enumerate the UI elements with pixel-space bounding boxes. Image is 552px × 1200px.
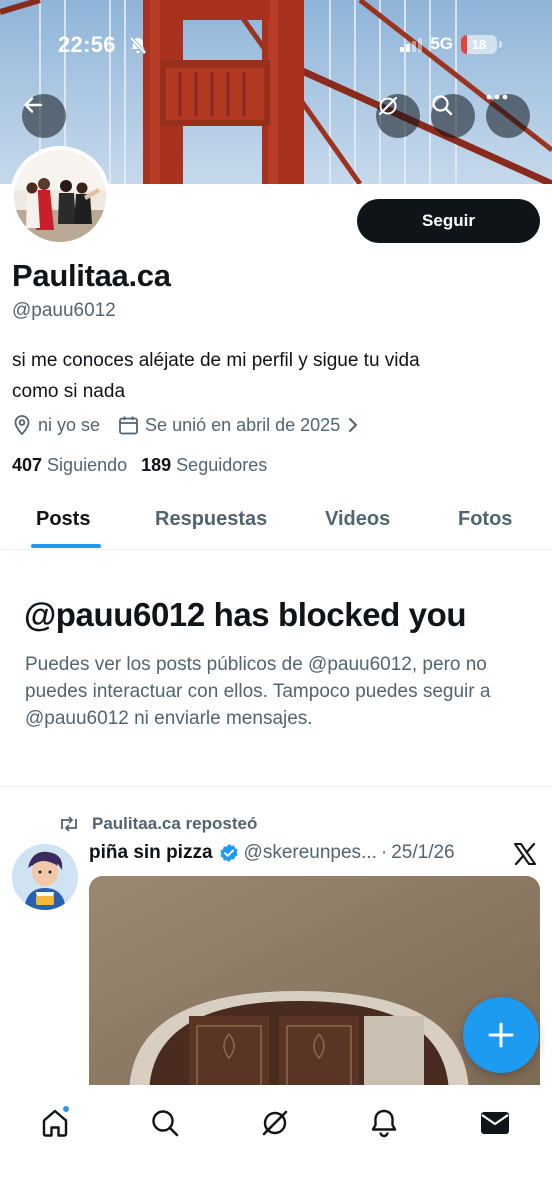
nav-notifications[interactable] (364, 1103, 404, 1143)
home-notification-dot (62, 1105, 70, 1113)
battery-icon: 18 (461, 34, 497, 54)
grok-icon (378, 96, 398, 116)
tab-photos[interactable]: Fotos (458, 508, 512, 531)
profile-meta: ni yo se Se unió en abril de 2025 (12, 414, 360, 436)
location-text: ni yo se (38, 414, 101, 435)
repost-icon (61, 816, 77, 832)
profile-handle: @pauu6012 (12, 300, 116, 321)
profile-avatar[interactable] (10, 146, 110, 246)
verified-badge-icon (219, 843, 239, 863)
battery-level: 18 (471, 36, 487, 52)
tab-videos[interactable]: Videos (325, 508, 390, 531)
author-avatar-image (12, 844, 78, 910)
post-author-name[interactable]: piña sin pizza (89, 842, 213, 864)
post-media-image[interactable] (89, 876, 540, 1096)
notifications-icon (371, 1109, 397, 1138)
network-type: 5G (430, 34, 453, 53)
avatar-photo (14, 150, 106, 242)
location-pin-icon (14, 415, 30, 436)
grok-icon (262, 1110, 288, 1136)
followers-number: 189 (141, 455, 172, 475)
nav-search[interactable] (145, 1103, 185, 1143)
following-count[interactable]: 407 Siguiendo (12, 455, 127, 476)
search-icon (432, 95, 453, 116)
repost-indicator[interactable]: Paulitaa.ca reposteó (58, 814, 257, 834)
post-header: piña sin pizza @skereunpes... · 25/1/26 (89, 842, 455, 864)
join-date[interactable]: Se unió en abril de 2025 (118, 415, 360, 436)
post-author-handle[interactable]: @skereunpes... (244, 842, 377, 864)
following-label: Siguiendo (47, 455, 128, 475)
post-date[interactable]: 25/1/26 (391, 842, 454, 864)
profile-display-name: Paulitaa.ca (12, 258, 171, 293)
tab-replies[interactable]: Respuestas (155, 508, 267, 531)
grok-button[interactable] (376, 94, 420, 138)
more-button[interactable] (486, 94, 530, 138)
search-icon (152, 1110, 179, 1137)
chevron-right-icon (349, 418, 358, 432)
followers-label: Seguidores (176, 455, 268, 475)
repost-label: Paulitaa.ca reposteó (92, 814, 258, 833)
blocked-title: @pauu6012 has blocked you (24, 596, 467, 633)
active-tab-indicator (31, 544, 101, 548)
follow-counts: 407 Siguiendo 189 Seguidores (12, 455, 267, 476)
followers-count[interactable]: 189 Seguidores (141, 455, 267, 476)
bio-line: si me conoces aléjate de mi perfil y sig… (12, 350, 420, 371)
back-arrow-icon (24, 97, 43, 113)
post-separator: · (380, 842, 388, 863)
following-number: 407 (12, 455, 43, 475)
compose-post-button[interactable] (463, 997, 539, 1073)
signal-icon (400, 36, 423, 52)
post-author-avatar[interactable] (12, 844, 78, 910)
calendar-icon (119, 416, 138, 434)
status-time: 22:56 (58, 32, 116, 57)
bottom-navigation (0, 1085, 552, 1200)
messages-icon (481, 1112, 509, 1134)
bio-line: como si nada (12, 381, 126, 402)
blocked-description: Puedes ver los posts públicos de @pauu60… (25, 654, 491, 729)
nav-messages[interactable] (475, 1103, 515, 1143)
post-photo (89, 876, 540, 1096)
x-logo-icon (513, 842, 537, 871)
location: ni yo se (12, 414, 100, 436)
tab-posts[interactable]: Posts (36, 508, 90, 531)
status-indicators: 5G 18 (400, 34, 502, 54)
follow-button[interactable]: Seguir (357, 199, 540, 243)
profile-tabs: Posts Respuestas Videos Fotos (0, 490, 552, 550)
back-button[interactable] (22, 94, 66, 138)
join-date-text: Se unió en abril de 2025 (145, 414, 341, 435)
search-button[interactable] (431, 94, 475, 138)
nav-grok[interactable] (255, 1103, 295, 1143)
nav-home[interactable] (35, 1103, 75, 1143)
plus-icon (488, 1022, 514, 1048)
more-icon (486, 94, 508, 100)
profile-bio: si me conoces aléjate de mi perfil y sig… (12, 345, 532, 407)
divider (0, 786, 552, 787)
